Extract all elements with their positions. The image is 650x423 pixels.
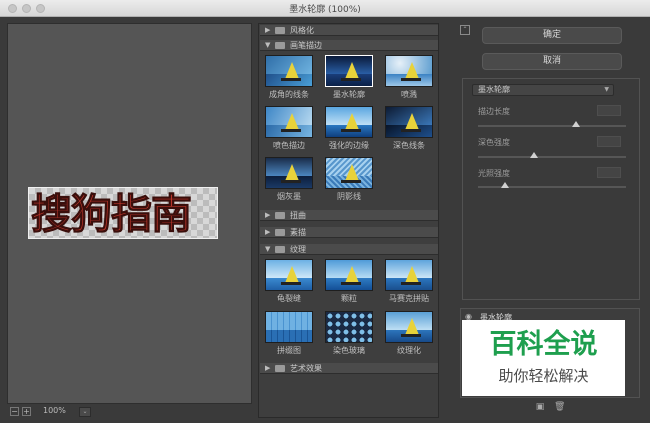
filter-label: 马赛克拼贴: [389, 294, 429, 303]
filter-thumb-stained-glass[interactable]: [325, 311, 373, 343]
collapsed-triangle-icon: ▶: [265, 211, 271, 219]
chevron-down-icon: ▼: [604, 86, 609, 93]
folder-icon: [275, 27, 285, 34]
category-artistic[interactable]: ▶ 艺术效果: [260, 363, 438, 374]
sailboat-icon: [405, 266, 419, 283]
sailboat-icon: [345, 266, 359, 283]
filter-thumb-dark-strokes[interactable]: [385, 106, 433, 138]
trash-icon[interactable]: 🗑: [554, 402, 565, 412]
filter-label: 颗粒: [341, 294, 357, 303]
category-texture[interactable]: ▼ 纹理: [260, 244, 438, 255]
sailboat-icon: [345, 164, 359, 181]
folder-icon: [275, 212, 285, 219]
category-brush-strokes[interactable]: ▼ 画笔描边: [260, 40, 438, 51]
filter-label: 龟裂缝: [277, 294, 301, 303]
sailboat-icon: [345, 62, 359, 79]
new-layer-icon[interactable]: ▣: [535, 402, 545, 412]
collapse-gallery-icon[interactable]: ⌃: [460, 25, 470, 35]
slider-handle[interactable]: [571, 121, 580, 127]
folder-icon: [275, 229, 285, 236]
sailboat-icon: [285, 164, 299, 181]
zoom-in-button[interactable]: +: [22, 407, 31, 416]
zoom-out-button[interactable]: −: [10, 407, 19, 416]
filter-thumb-patchwork[interactable]: [265, 311, 313, 343]
filter-label: 阴影线: [337, 192, 361, 201]
expanded-triangle-icon: ▼: [265, 41, 271, 49]
zoom-value: 100%: [43, 406, 66, 415]
filter-label: 烟灰墨: [277, 192, 301, 201]
filter-thumb-crosshatch[interactable]: [325, 157, 373, 189]
param-value-stroke-length[interactable]: [597, 105, 621, 116]
category-stylize[interactable]: ▶ 风格化: [260, 25, 438, 36]
filter-label: 喷溅: [401, 90, 417, 99]
zoom-dropdown[interactable]: ⌄: [79, 407, 91, 417]
filter-thumb-angled-strokes[interactable]: [265, 55, 313, 87]
filter-label: 染色玻璃: [333, 346, 365, 355]
filter-label: 喷色描边: [273, 141, 305, 150]
slider-handle[interactable]: [530, 152, 539, 158]
filter-thumb-craquelure[interactable]: [265, 259, 313, 291]
filter-label: 深色线条: [393, 141, 425, 150]
filter-label: 成角的线条: [269, 90, 309, 99]
sailboat-icon: [285, 62, 299, 79]
filter-thumb-texturizer[interactable]: [385, 311, 433, 343]
param-value-dark-intensity[interactable]: [597, 136, 621, 147]
collapsed-triangle-icon: ▶: [265, 364, 271, 372]
filter-thumb-sumi-e[interactable]: [265, 157, 313, 189]
sailboat-icon: [285, 113, 299, 130]
ok-button[interactable]: 确定: [482, 27, 622, 44]
filter-thumb-ink-outlines[interactable]: [325, 55, 373, 87]
slider-handle[interactable]: [500, 182, 509, 188]
sailboat-icon: [285, 266, 299, 283]
filter-label: 纹理化: [397, 346, 421, 355]
sailboat-icon: [405, 62, 419, 79]
preview-sample: 搜狗指南: [28, 187, 218, 239]
sailboat-icon: [405, 113, 419, 130]
filter-label: 拼缀图: [277, 346, 301, 355]
category-distort[interactable]: ▶ 扭曲: [260, 210, 438, 221]
zoom-bar: − + 100% ⌄: [7, 405, 252, 419]
folder-icon: [275, 246, 285, 253]
expanded-triangle-icon: ▼: [265, 245, 271, 253]
watermark-logo: 百科全说 助你轻松解决: [462, 320, 625, 396]
cancel-button[interactable]: 取消: [482, 53, 622, 70]
collapsed-triangle-icon: ▶: [265, 26, 271, 34]
folder-icon: [275, 365, 285, 372]
filter-label: 强化的边缘: [329, 141, 369, 150]
param-slider-dark-intensity[interactable]: [478, 156, 626, 158]
sailboat-icon: [345, 113, 359, 130]
collapsed-triangle-icon: ▶: [265, 228, 271, 236]
category-sketch[interactable]: ▶ 素描: [260, 227, 438, 238]
preview-sample-text: 搜狗指南: [31, 190, 193, 239]
param-label-stroke-length: 描边长度: [478, 107, 510, 116]
filter-thumb-sprayed-strokes[interactable]: [265, 106, 313, 138]
filter-thumb-grain[interactable]: [325, 259, 373, 291]
filter-select[interactable]: 墨水轮廓 ▼: [472, 84, 614, 96]
folder-icon: [275, 42, 285, 49]
preview-canvas[interactable]: 搜狗指南: [7, 23, 252, 404]
sailboat-icon: [405, 318, 419, 335]
filter-label: 墨水轮廓: [333, 90, 365, 99]
filter-thumb-spatter[interactable]: [385, 55, 433, 87]
filter-gallery: ▶ 风格化 ▼ 画笔描边 成角的线条 墨水轮廓 喷溅 喷色描边 强化的边缘 深色…: [258, 23, 439, 418]
watermark-title: 百科全说: [489, 329, 598, 360]
window-titlebar: 墨水轮廓 (100%): [0, 0, 650, 17]
param-label-dark-intensity: 深色强度: [478, 138, 510, 147]
filter-thumb-mosaic-tiles[interactable]: [385, 259, 433, 291]
param-label-light-intensity: 光照强度: [478, 169, 510, 178]
window-title: 墨水轮廓 (100%): [289, 5, 361, 15]
param-slider-stroke-length[interactable]: [478, 125, 626, 127]
filter-thumb-accented-edges[interactable]: [325, 106, 373, 138]
param-value-light-intensity[interactable]: [597, 167, 621, 178]
watermark-subtitle: 助你轻松解决: [498, 367, 589, 385]
